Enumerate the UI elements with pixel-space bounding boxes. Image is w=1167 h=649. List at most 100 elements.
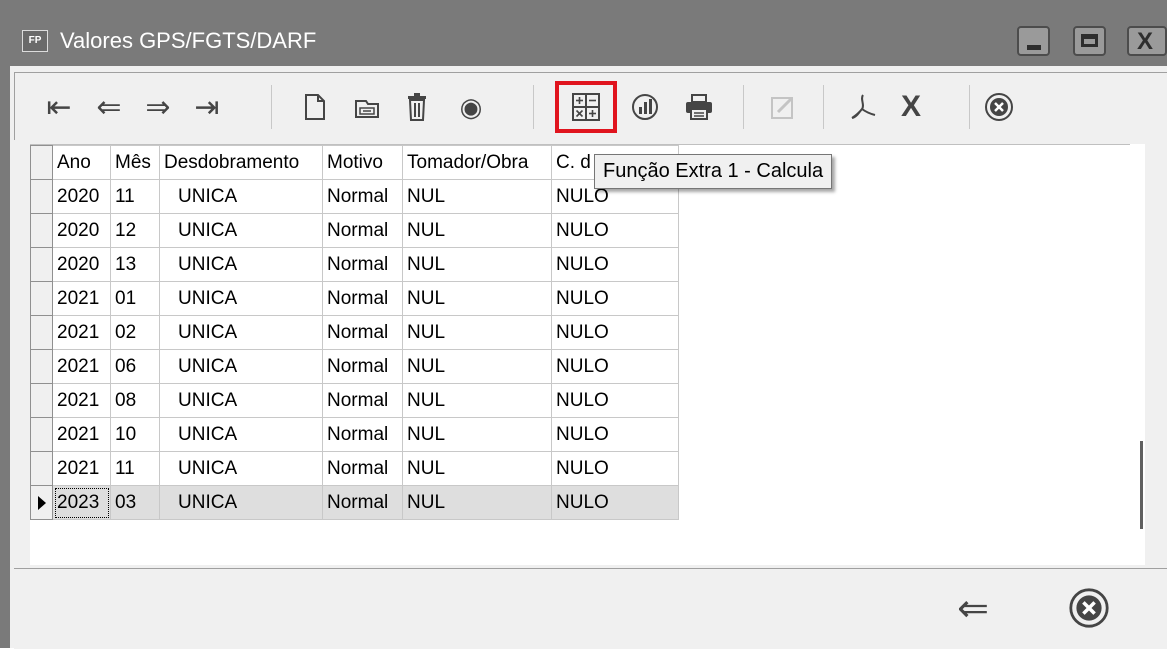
cell-cd[interactable]: NULO xyxy=(551,451,679,486)
cell-tomador[interactable]: NUL xyxy=(402,349,552,384)
cell-cd[interactable]: NULO xyxy=(551,315,679,350)
cell-tomador[interactable]: NUL xyxy=(402,247,552,282)
cell-desdobramento[interactable]: UNICA xyxy=(159,485,323,520)
previous-record-button[interactable]: ⇐ xyxy=(87,83,131,131)
cell-tomador[interactable]: NUL xyxy=(402,179,552,214)
cell-mes[interactable]: 10 xyxy=(110,417,160,452)
cell-motivo[interactable]: Normal xyxy=(322,247,403,282)
new-record-button[interactable] xyxy=(293,83,337,131)
row-indicator[interactable] xyxy=(30,315,53,350)
toolbar-close-button[interactable] xyxy=(977,83,1021,131)
table-row[interactable]: 2021 10 UNICA Normal NUL NULO xyxy=(30,417,679,452)
cell-desdobramento[interactable]: UNICA xyxy=(159,451,323,486)
cell-motivo[interactable]: Normal xyxy=(322,213,403,248)
cell-ano[interactable]: 2020 xyxy=(52,247,111,282)
cell-cd[interactable]: NULO xyxy=(551,383,679,418)
cell-cd[interactable]: NULO xyxy=(551,349,679,384)
row-indicator[interactable] xyxy=(30,417,53,452)
cell-cd[interactable]: NULO xyxy=(551,281,679,316)
row-indicator[interactable] xyxy=(30,349,53,384)
extra-function-2-button[interactable] xyxy=(623,83,667,131)
cell-cd[interactable]: NULO xyxy=(551,213,679,248)
cell-cd[interactable]: NULO xyxy=(551,485,679,520)
cell-mes[interactable]: 08 xyxy=(110,383,160,418)
cell-tomador[interactable]: NUL xyxy=(402,451,552,486)
cell-motivo[interactable]: Normal xyxy=(322,281,403,316)
first-record-button[interactable]: ⇤ xyxy=(37,83,81,131)
export-excel-button[interactable]: X xyxy=(889,83,933,131)
cell-ano[interactable]: 2021 xyxy=(52,349,111,384)
title-bar[interactable]: FP Valores GPS/FGTS/DARF X xyxy=(0,0,1167,66)
footer-close-button[interactable] xyxy=(1064,583,1114,633)
cell-desdobramento[interactable]: UNICA xyxy=(159,417,323,452)
column-header-desdobramento[interactable]: Desdobramento xyxy=(159,145,323,180)
cell-desdobramento[interactable]: UNICA xyxy=(159,213,323,248)
cell-desdobramento[interactable]: UNICA xyxy=(159,179,323,214)
row-indicator[interactable] xyxy=(30,451,53,486)
cell-desdobramento[interactable]: UNICA xyxy=(159,383,323,418)
current-row-indicator[interactable] xyxy=(30,485,53,520)
cell-cd[interactable]: NULO xyxy=(551,247,679,282)
cell-desdobramento[interactable]: UNICA xyxy=(159,247,323,282)
cell-mes[interactable]: 11 xyxy=(110,451,160,486)
row-indicator[interactable] xyxy=(30,281,53,316)
cell-ano[interactable]: 2021 xyxy=(52,383,111,418)
cell-ano[interactable]: 2021 xyxy=(52,281,111,316)
edit-record-button[interactable] xyxy=(345,83,389,131)
cell-motivo[interactable]: Normal xyxy=(322,179,403,214)
cell-mes[interactable]: 01 xyxy=(110,281,160,316)
cell-desdobramento[interactable]: UNICA xyxy=(159,315,323,350)
cell-ano[interactable]: 2020 xyxy=(52,179,111,214)
cell-tomador[interactable]: NUL xyxy=(402,213,552,248)
print-button[interactable] xyxy=(677,83,721,131)
delete-record-button[interactable] xyxy=(395,83,439,131)
export-pdf-button[interactable] xyxy=(841,83,885,131)
cell-mes[interactable]: 13 xyxy=(110,247,160,282)
cell-motivo[interactable]: Normal xyxy=(322,383,403,418)
table-row[interactable]: 2021 06 UNICA Normal NUL NULO xyxy=(30,349,679,384)
cell-mes[interactable]: 06 xyxy=(110,349,160,384)
maximize-button[interactable] xyxy=(1073,26,1106,56)
cell-tomador[interactable]: NUL xyxy=(402,315,552,350)
cell-mes[interactable]: 02 xyxy=(110,315,160,350)
next-record-button[interactable]: ⇒ xyxy=(136,83,180,131)
cell-ano[interactable]: 2021 xyxy=(52,417,111,452)
cell-desdobramento[interactable]: UNICA xyxy=(159,349,323,384)
cell-cd[interactable]: NULO xyxy=(551,417,679,452)
cell-ano[interactable]: 2020 xyxy=(52,213,111,248)
row-indicator[interactable] xyxy=(30,179,53,214)
table-row[interactable]: 2020 12 UNICA Normal NUL NULO xyxy=(30,213,679,248)
edit-note-button[interactable] xyxy=(761,83,805,131)
table-row-selected[interactable]: 2023 03 UNICA Normal NUL NULO xyxy=(30,485,679,520)
cell-tomador[interactable]: NUL xyxy=(402,485,552,520)
cell-ano[interactable]: 2021 xyxy=(52,315,111,350)
cell-tomador[interactable]: NUL xyxy=(402,383,552,418)
cell-tomador[interactable]: NUL xyxy=(402,281,552,316)
cell-mes[interactable]: 11 xyxy=(110,179,160,214)
cell-mes[interactable]: 12 xyxy=(110,213,160,248)
cell-motivo[interactable]: Normal xyxy=(322,349,403,384)
table-row[interactable]: 2021 08 UNICA Normal NUL NULO xyxy=(30,383,679,418)
cell-ano[interactable]: 2021 xyxy=(52,451,111,486)
cell-motivo[interactable]: Normal xyxy=(322,451,403,486)
back-button[interactable]: ⇐ xyxy=(948,583,998,633)
table-row[interactable]: 2020 11 UNICA Normal NUL NULO xyxy=(30,179,679,214)
cell-motivo[interactable]: Normal xyxy=(322,315,403,350)
column-header-mes[interactable]: Mês xyxy=(110,145,160,180)
cell-motivo[interactable]: Normal xyxy=(322,485,403,520)
row-indicator[interactable] xyxy=(30,213,53,248)
cell-desdobramento[interactable]: UNICA xyxy=(159,281,323,316)
cell-mes[interactable]: 03 xyxy=(110,485,160,520)
column-header-motivo[interactable]: Motivo xyxy=(322,145,403,180)
scrollbar-thumb[interactable] xyxy=(1140,441,1143,529)
row-indicator[interactable] xyxy=(30,383,53,418)
last-record-button[interactable]: ⇥ xyxy=(185,83,229,131)
cell-tomador[interactable]: NUL xyxy=(402,417,552,452)
cell-motivo[interactable]: Normal xyxy=(322,417,403,452)
table-row[interactable]: 2021 02 UNICA Normal NUL NULO xyxy=(30,315,679,350)
column-header-tomador[interactable]: Tomador/Obra xyxy=(402,145,552,180)
minimize-button[interactable] xyxy=(1017,26,1050,56)
table-row[interactable]: 2021 11 UNICA Normal NUL NULO xyxy=(30,451,679,486)
cell-ano[interactable]: 2023 xyxy=(52,485,111,520)
window-close-button[interactable]: X xyxy=(1127,26,1167,56)
